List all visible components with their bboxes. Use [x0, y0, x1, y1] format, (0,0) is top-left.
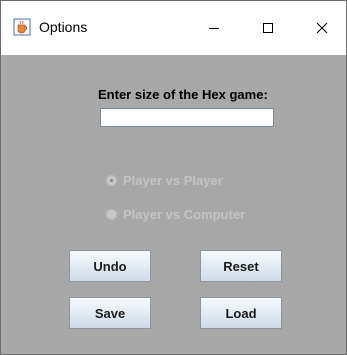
undo-button[interactable]: Undo: [69, 250, 151, 282]
maximize-icon: [263, 23, 273, 33]
reset-button[interactable]: Reset: [200, 250, 282, 282]
radio-button-selected-icon: [106, 174, 117, 186]
radio-player-vs-computer[interactable]: Player vs Computer: [106, 206, 245, 222]
minimize-button[interactable]: [191, 1, 237, 55]
radio-label-player-vs-player: Player vs Player: [123, 172, 223, 188]
size-prompt-label: Enter size of the Hex game:: [98, 87, 268, 102]
maximize-button[interactable]: [245, 1, 291, 55]
radio-player-vs-player[interactable]: Player vs Player: [106, 172, 223, 188]
load-button[interactable]: Load: [200, 297, 282, 329]
title-bar[interactable]: Options: [1, 1, 346, 55]
options-window: Options Enter size of the Hex game: Play…: [0, 0, 347, 355]
window-title: Options: [39, 19, 88, 35]
radio-button-icon: [106, 208, 117, 220]
size-input[interactable]: [100, 108, 274, 127]
radio-label-player-vs-computer: Player vs Computer: [123, 206, 246, 222]
minimize-icon: [209, 28, 219, 29]
java-cup-icon: [13, 18, 31, 36]
close-button[interactable]: [299, 1, 345, 55]
save-button[interactable]: Save: [69, 297, 151, 329]
options-panel: Enter size of the Hex game: Player vs Pl…: [1, 55, 346, 354]
close-icon: [316, 22, 328, 34]
